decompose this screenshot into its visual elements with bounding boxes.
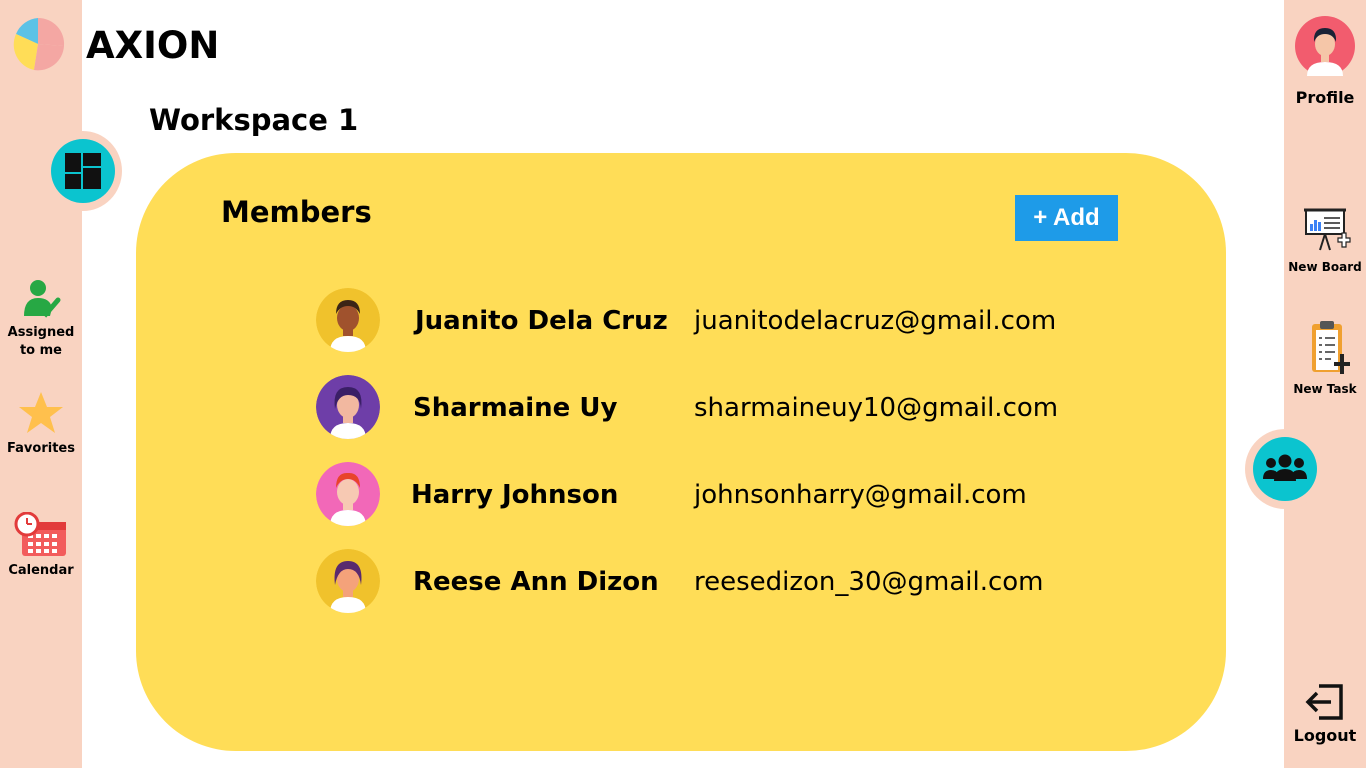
new-task-label: New Task [1293, 382, 1357, 396]
members-card [136, 153, 1226, 751]
nav-assigned-label-1: Assigned [7, 325, 75, 340]
nav-favorites-label: Favorites [7, 441, 75, 456]
logout-button[interactable]: Logout [1284, 684, 1366, 745]
profile-button[interactable]: Profile [1284, 16, 1366, 107]
member-name: Juanito Dela Cruz [415, 306, 668, 336]
brand-name: AXION [86, 24, 220, 67]
workspace-title: Workspace 1 [149, 103, 359, 137]
workspace-board-button[interactable] [44, 131, 122, 211]
logout-icon [1305, 684, 1343, 720]
new-task-button[interactable]: New Task [1284, 320, 1366, 396]
member-avatar-icon [316, 375, 380, 439]
member-email: reesedizon_30@gmail.com [694, 567, 1044, 597]
member-row[interactable]: Reese Ann Dizon reesedizon_30@gmail.com [316, 549, 1116, 619]
member-row[interactable]: Harry Johnson johnsonharry@gmail.com [316, 462, 1116, 532]
clipboard-add-icon [1312, 321, 1350, 374]
nav-favorites[interactable]: Favorites [0, 390, 82, 458]
members-title: Members [221, 195, 372, 229]
member-name: Reese Ann Dizon [413, 567, 659, 597]
axion-logo-icon [13, 17, 65, 71]
members-button[interactable] [1245, 429, 1325, 509]
member-name: Sharmaine Uy [413, 393, 618, 423]
star-icon [19, 392, 63, 433]
member-avatar-icon [316, 549, 380, 613]
nav-calendar-label: Calendar [8, 563, 74, 578]
add-member-button[interactable]: + Add [1015, 195, 1118, 241]
nav-assigned-to-me[interactable]: Assigned to me [0, 278, 82, 360]
profile-avatar-icon [1295, 16, 1355, 76]
member-row[interactable]: Juanito Dela Cruz juanitodelacruz@gmail.… [316, 288, 1116, 358]
left-sidebar [0, 0, 82, 768]
new-board-label: New Board [1288, 260, 1362, 274]
member-avatar-icon [316, 462, 380, 526]
member-avatar-icon [316, 288, 380, 352]
board-grid-icon [65, 153, 101, 189]
member-email: johnsonharry@gmail.com [694, 480, 1027, 510]
assigned-user-icon [24, 280, 61, 318]
new-board-button[interactable]: New Board [1284, 208, 1366, 274]
nav-calendar[interactable]: Calendar [0, 512, 82, 580]
calendar-icon [14, 512, 66, 556]
member-email: juanitodelacruz@gmail.com [694, 306, 1057, 336]
group-users-icon [1263, 454, 1307, 481]
member-name: Harry Johnson [411, 480, 619, 510]
nav-assigned-label-2: to me [19, 343, 63, 358]
logout-label: Logout [1293, 726, 1357, 745]
member-email: sharmaineuy10@gmail.com [694, 393, 1059, 423]
presentation-board-icon [1304, 208, 1351, 251]
member-row[interactable]: Sharmaine Uy sharmaineuy10@gmail.com [316, 375, 1116, 445]
profile-label: Profile [1295, 88, 1355, 107]
